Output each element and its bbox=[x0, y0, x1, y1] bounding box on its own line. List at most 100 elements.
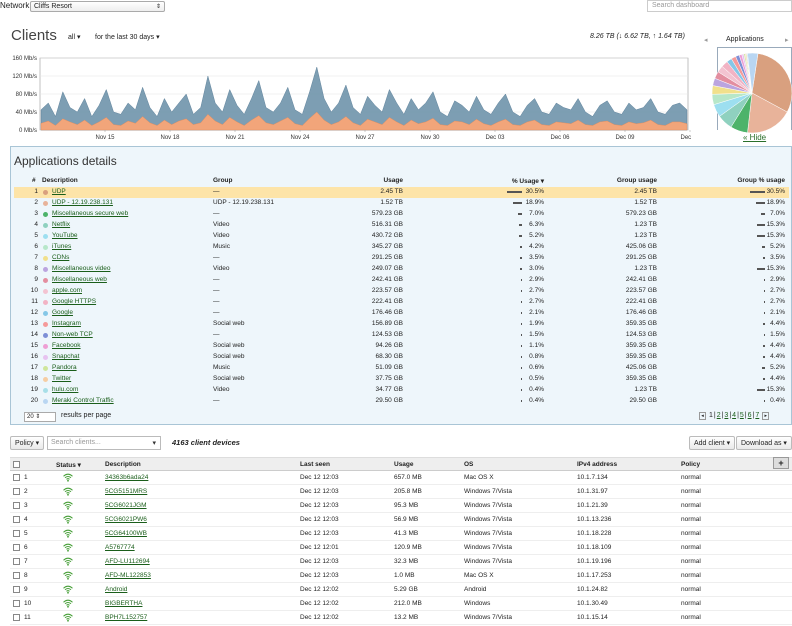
app-link[interactable]: Facebook bbox=[52, 342, 81, 349]
download-as-button[interactable]: Download as ▾ bbox=[736, 436, 792, 450]
app-link[interactable]: Google HTTPS bbox=[52, 298, 96, 305]
app-link[interactable]: Miscellaneous web bbox=[52, 276, 107, 283]
select-all-checkbox[interactable] bbox=[13, 461, 20, 468]
col-pct-usage[interactable]: % Usage ▾ bbox=[474, 177, 544, 185]
details-row[interactable]: 6 iTunes Music 345.27 GB 4.2% 425.06 GB 5.2% bbox=[14, 242, 789, 253]
app-link[interactable]: Snapchat bbox=[52, 353, 79, 360]
row-checkbox[interactable] bbox=[13, 544, 20, 551]
app-link[interactable]: hulu.com bbox=[52, 386, 78, 393]
client-link[interactable]: 5CG6021JGM bbox=[105, 502, 147, 509]
client-link[interactable]: 5CG6021PW6 bbox=[105, 516, 147, 523]
details-row[interactable]: 5 YouTube Video 430.72 GB 5.2% 1.23 TB 15.3% bbox=[14, 231, 789, 242]
details-row[interactable]: 9 Miscellaneous web — 242.41 GB 2.9% 242.41 G… bbox=[14, 275, 789, 286]
details-row[interactable]: 12 Google — 176.46 GB 2.1% 176.46 GB 2.1% bbox=[14, 308, 789, 319]
details-row[interactable]: 4 Netflix Video 516.31 GB 6.3% 1.23 TB 15.3% bbox=[14, 220, 789, 231]
policy-button[interactable]: Policy ▾ bbox=[10, 436, 45, 450]
page-link[interactable]: 3 bbox=[723, 412, 729, 419]
details-row[interactable]: 18 Twitter Social web 37.75 GB 0.5% 359.35 GB… bbox=[14, 374, 789, 385]
details-row[interactable]: 10 apple.com — 223.57 GB 2.7% 223.57 GB 2.7% bbox=[14, 286, 789, 297]
app-link[interactable]: CDNs bbox=[52, 254, 69, 261]
filter-all-dropdown[interactable]: all ▾ bbox=[68, 33, 80, 41]
per-page-select[interactable]: 20 ⇕ bbox=[24, 412, 56, 422]
client-link[interactable]: 34363b6ada24 bbox=[105, 474, 148, 481]
client-link[interactable]: A5767774 bbox=[105, 544, 135, 551]
next-icon[interactable]: ▸ bbox=[785, 36, 789, 44]
app-link[interactable]: Netflix bbox=[52, 221, 70, 228]
app-link[interactable]: YouTube bbox=[52, 232, 78, 239]
row-checkbox[interactable] bbox=[13, 614, 20, 621]
details-row[interactable]: 16 Snapchat Social web 68.30 GB 0.8% 359.35 G… bbox=[14, 352, 789, 363]
app-link[interactable]: apple.com bbox=[52, 287, 82, 294]
app-link[interactable]: Google bbox=[52, 309, 73, 316]
client-row[interactable]: 7 AFD-LU112694 Dec 12 12:03 32.3 MB Windows … bbox=[10, 555, 792, 569]
details-row[interactable]: 1 UDP — 2.45 TB 30.5% 2.45 TB 30.5% bbox=[14, 187, 789, 198]
app-link[interactable]: UDP bbox=[52, 188, 66, 195]
app-link[interactable]: iTunes bbox=[52, 243, 71, 250]
row-checkbox[interactable] bbox=[13, 502, 20, 509]
client-row[interactable]: 8 AFD-ML122853 Dec 12 12:03 1.0 MB Mac OS X 1… bbox=[10, 569, 792, 583]
page-link[interactable]: 4 bbox=[731, 412, 737, 419]
search-clients-input[interactable]: Search clients... ▾ bbox=[47, 436, 161, 450]
page-link[interactable]: 1 bbox=[708, 412, 714, 419]
row-checkbox[interactable] bbox=[13, 558, 20, 565]
client-link[interactable]: 5CG64100WB bbox=[105, 530, 147, 537]
details-row[interactable]: 13 Instagram Social web 156.89 GB 1.9% 359.35… bbox=[14, 319, 789, 330]
client-row[interactable]: 2 5CG5151MRS Dec 12 12:03 205.8 MB Windows 7… bbox=[10, 485, 792, 499]
row-checkbox[interactable] bbox=[13, 474, 20, 481]
row-checkbox[interactable] bbox=[13, 572, 20, 579]
add-column-button[interactable]: + bbox=[773, 457, 789, 469]
filter-period-dropdown[interactable]: for the last 30 days ▾ bbox=[95, 33, 160, 41]
row-checkbox[interactable] bbox=[13, 586, 20, 593]
details-row[interactable]: 11 Google HTTPS — 222.41 GB 2.7% 222.41 GB 2.7… bbox=[14, 297, 789, 308]
pager-prev-button[interactable]: ◂ bbox=[699, 412, 706, 420]
app-link[interactable]: UDP - 12.19.238.131 bbox=[52, 199, 113, 206]
page-link[interactable]: 6 bbox=[747, 412, 753, 419]
search-dashboard-input[interactable]: Search dashboard bbox=[647, 0, 792, 12]
client-row[interactable]: 10 BIGBERTHA Dec 12 12:02 212.0 MB Windows 10… bbox=[10, 597, 792, 611]
details-row[interactable]: 2 UDP - 12.19.238.131 UDP - 12.19.238.131 1… bbox=[14, 198, 789, 209]
details-row[interactable]: 8 Miscellaneous video Video 249.07 GB 3.0% 1.… bbox=[14, 264, 789, 275]
app-link[interactable]: Instagram bbox=[52, 320, 81, 327]
page-link[interactable]: 5 bbox=[739, 412, 745, 419]
client-link[interactable]: 5CG5151MRS bbox=[105, 488, 147, 495]
add-client-button[interactable]: Add client ▾ bbox=[689, 436, 736, 450]
client-link[interactable]: BIGBERTHA bbox=[105, 600, 142, 607]
client-link[interactable]: AFD-ML122853 bbox=[105, 572, 151, 579]
app-link[interactable]: Twitter bbox=[52, 375, 71, 382]
app-link[interactable]: Meraki Control Traffic bbox=[52, 397, 114, 404]
client-link[interactable]: AFD-LU112694 bbox=[105, 558, 150, 565]
client-row[interactable]: 11 BPH7L152757 Dec 12 12:02 13.2 MB Windows … bbox=[10, 611, 792, 625]
network-select[interactable]: Cliffs Resort ⇕ bbox=[30, 1, 165, 12]
details-row[interactable]: 20 Meraki Control Traffic — 29.50 GB 0.4% 29.… bbox=[14, 396, 789, 407]
details-row[interactable]: 7 CDNs — 291.25 GB 3.5% 291.25 GB 3.5% bbox=[14, 253, 789, 264]
client-link[interactable]: BPH7L152757 bbox=[105, 614, 147, 621]
client-row[interactable]: 9 Android Dec 12 12:02 5.29 GB Android 10.1.2… bbox=[10, 583, 792, 597]
applications-pie-chart[interactable] bbox=[709, 50, 792, 136]
row-checkbox[interactable] bbox=[13, 530, 20, 537]
row-checkbox[interactable] bbox=[13, 488, 20, 495]
page-link[interactable]: 7 bbox=[754, 412, 760, 419]
client-row[interactable]: 1 34363b6ada24 Dec 12 12:03 657.0 MB Mac OS … bbox=[10, 471, 792, 485]
details-row[interactable]: 17 Pandora Music 51.09 GB 0.6% 425.06 GB 5.2% bbox=[14, 363, 789, 374]
pager-next-button[interactable]: ▸ bbox=[762, 412, 770, 420]
app-link[interactable]: Pandora bbox=[52, 364, 77, 371]
client-row[interactable]: 6 A5767774 Dec 12 12:01 120.9 MB Windows 7/V… bbox=[10, 541, 792, 555]
col-status[interactable]: Status ▾ bbox=[56, 461, 81, 469]
row-checkbox[interactable] bbox=[13, 516, 20, 523]
client-link[interactable]: Android bbox=[105, 586, 127, 593]
app-link[interactable]: Miscellaneous video bbox=[52, 265, 111, 272]
app-link[interactable]: Miscellaneous secure web bbox=[52, 210, 128, 217]
client-ip: 10.1.18.228 bbox=[577, 530, 612, 537]
details-row[interactable]: 3 Miscellaneous secure web — 579.23 GB 7.0% 5… bbox=[14, 209, 789, 220]
app-link[interactable]: Non-web TCP bbox=[52, 331, 93, 338]
page-link[interactable]: 2 bbox=[716, 412, 722, 419]
hide-link[interactable]: « Hide bbox=[743, 133, 766, 142]
row-checkbox[interactable] bbox=[13, 600, 20, 607]
details-row[interactable]: 19 hulu.com Video 34.77 GB 0.4% 1.23 TB 15.3% bbox=[14, 385, 789, 396]
prev-icon[interactable]: ◂ bbox=[704, 36, 708, 44]
client-row[interactable]: 4 5CG6021PW6 Dec 12 12:03 56.9 MB Windows 7/… bbox=[10, 513, 792, 527]
client-row[interactable]: 5 5CG64100WB Dec 12 12:03 41.3 MB Windows 7/… bbox=[10, 527, 792, 541]
details-row[interactable]: 14 Non-web TCP — 124.53 GB 1.5% 124.53 GB 1.5% bbox=[14, 330, 789, 341]
client-row[interactable]: 3 5CG6021JGM Dec 12 12:03 95.3 MB Windows 7/… bbox=[10, 499, 792, 513]
details-row[interactable]: 15 Facebook Social web 94.26 GB 1.1% 359.35 G… bbox=[14, 341, 789, 352]
